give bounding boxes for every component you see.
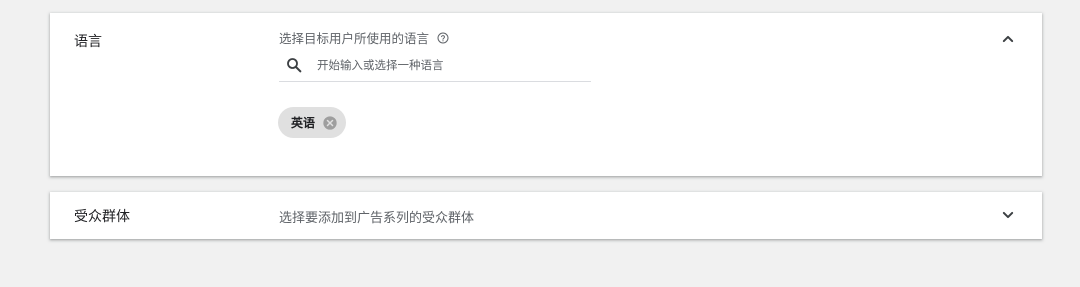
audience-description-text: 选择要添加到广告系列的受众群体 xyxy=(279,211,475,226)
language-description-text: 选择目标用户所使用的语言 xyxy=(279,31,430,46)
audience-section-title: 受众群体 xyxy=(74,209,130,225)
chevron-up-icon[interactable] xyxy=(998,29,1018,49)
selected-language-chip[interactable]: 英语 xyxy=(278,107,347,138)
chevron-down-icon[interactable] xyxy=(998,205,1018,225)
selected-language-chip-label: 英语 xyxy=(291,116,316,130)
audience-section-description: 选择要添加到广告系列的受众群体 xyxy=(279,207,474,226)
language-section-card: 语言 选择目标用户所使用的语言 英语 xyxy=(50,13,1042,176)
search-icon xyxy=(287,58,302,73)
language-search-field[interactable] xyxy=(279,54,591,82)
language-search-input[interactable] xyxy=(317,58,567,72)
help-circle-icon[interactable] xyxy=(437,32,449,44)
language-section-description: 选择目标用户所使用的语言 xyxy=(279,28,449,47)
audience-section-card[interactable]: 受众群体 选择要添加到广告系列的受众群体 xyxy=(50,192,1042,239)
language-section-title: 语言 xyxy=(74,34,102,50)
cancel-circle-icon[interactable] xyxy=(322,115,338,131)
